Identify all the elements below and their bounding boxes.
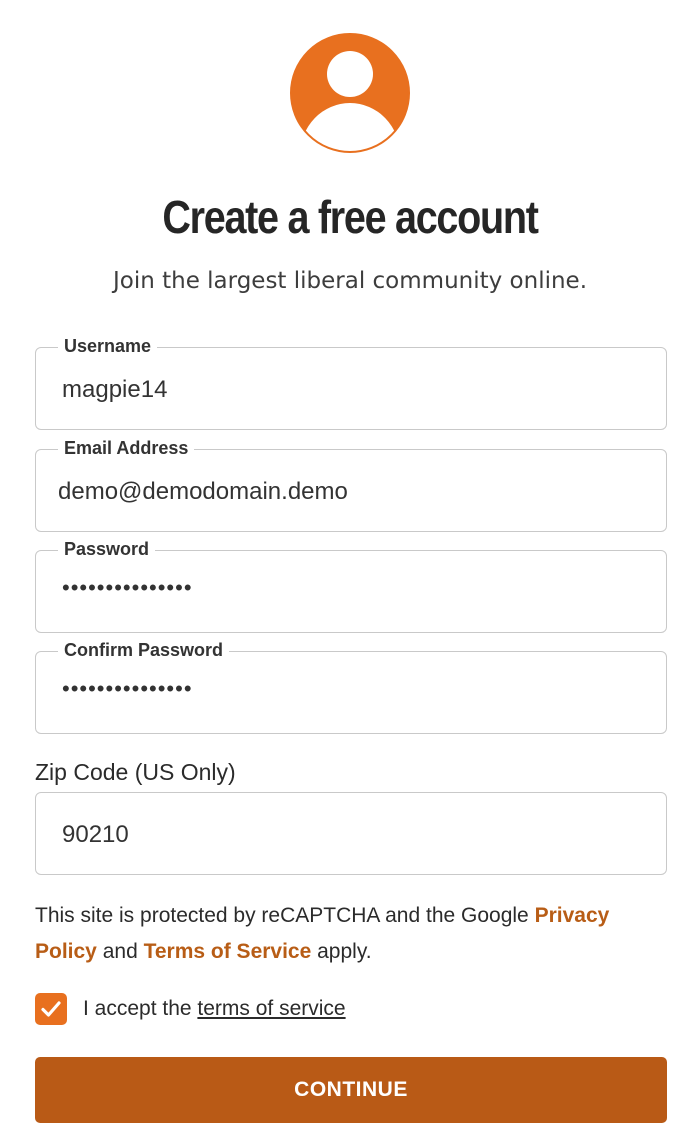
accept-terms-label: I accept the terms of service	[83, 997, 346, 1021]
username-input[interactable]: magpie14	[62, 376, 167, 404]
username-label: Username	[58, 336, 158, 357]
email-input[interactable]: demo@demodomain.demo	[58, 478, 348, 506]
recaptcha-notice: This site is protected by reCAPTCHA and …	[35, 898, 675, 970]
terms-of-service-link[interactable]: Terms of Service	[144, 940, 312, 963]
email-label: Email Address	[58, 438, 195, 459]
confirm-password-label: Confirm Password	[58, 640, 230, 661]
confirm-password-field[interactable]: Confirm Password •••••••••••••••	[35, 640, 667, 734]
zip-label: Zip Code (US Only)	[35, 759, 236, 785]
legal-suffix: apply.	[311, 940, 372, 963]
accept-text: I accept the	[83, 997, 198, 1020]
accept-terms-checkbox[interactable]	[35, 993, 67, 1025]
password-label: Password	[58, 539, 156, 560]
legal-prefix: This site is protected by reCAPTCHA and …	[35, 904, 535, 927]
zip-input[interactable]: 90210	[62, 821, 129, 849]
page-subtitle: Join the largest liberal community onlin…	[112, 268, 588, 294]
confirm-password-input[interactable]: •••••••••••••••	[62, 676, 193, 702]
checkmark-icon	[41, 1001, 61, 1017]
page-title: Create a free account	[162, 191, 539, 243]
continue-button[interactable]: CONTINUE	[35, 1057, 667, 1123]
accept-terms-row: I accept the terms of service	[35, 992, 346, 1026]
email-field[interactable]: Email Address demo@demodomain.demo	[35, 438, 667, 532]
zip-field[interactable]: 90210	[35, 792, 667, 875]
password-field[interactable]: Password •••••••••••••••	[35, 539, 667, 633]
user-avatar-icon	[290, 33, 410, 153]
password-input[interactable]: •••••••••••••••	[62, 575, 193, 601]
terms-of-service-accept-link[interactable]: terms of service	[197, 997, 345, 1020]
legal-middle: and	[96, 940, 144, 963]
signup-page: Create a free account Join the largest l…	[0, 0, 700, 1140]
username-field[interactable]: Username magpie14	[35, 336, 667, 430]
